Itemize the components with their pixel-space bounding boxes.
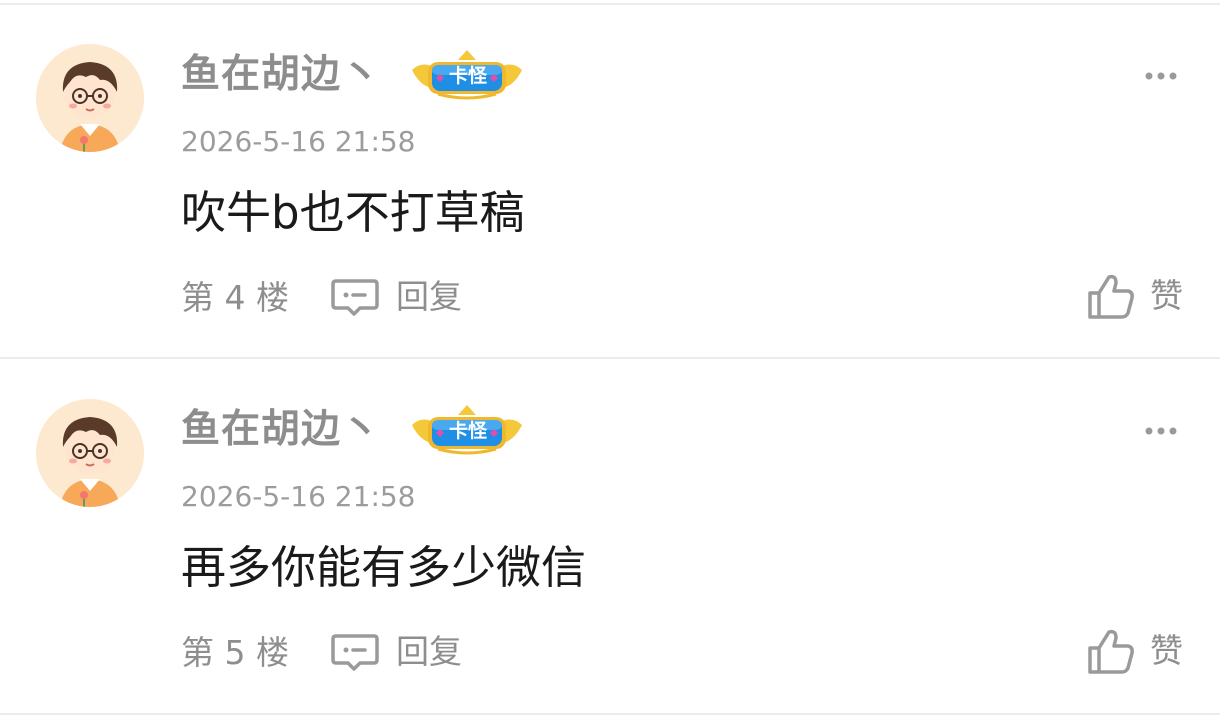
divider-bottom [0,713,1220,715]
floor-number: 第 4 楼 [181,278,289,317]
comment-text: 吹牛b也不打草稿 [181,186,525,239]
comment-bubble-icon [331,279,379,316]
reply-label: 回复 [396,277,462,316]
timestamp: 2026-5-16 21:58 [181,480,416,513]
like-button[interactable]: 赞 [1086,268,1183,324]
avatar[interactable] [36,399,144,507]
badge-label: 卡怪 [448,420,487,442]
like-label: 赞 [1150,631,1183,670]
comment-item: 鱼在胡边丶 卡怪 2026-5-16 21:58 吹牛b也不打草稿 第 4 楼 [0,4,1220,354]
comment-bubble-icon [331,634,379,671]
avatar[interactable] [36,44,144,152]
thumbs-up-icon [1088,629,1134,674]
cartoon-boy-avatar-icon [36,44,144,152]
level-badge: 卡怪 [408,48,526,104]
like-button[interactable]: 赞 [1086,623,1183,679]
level-badge: 卡怪 [408,403,526,459]
timestamp: 2026-5-16 21:58 [181,125,416,158]
comment-item: 鱼在胡边丶 卡怪 2026-5-16 21:58 再多你能有多少微信 第 5 楼 [0,359,1220,709]
like-label: 赞 [1150,276,1183,315]
more-options-button[interactable] [1140,64,1182,88]
more-dots-icon [1145,427,1177,435]
reply-label: 回复 [396,632,462,671]
more-dots-icon [1145,72,1177,80]
username[interactable]: 鱼在胡边丶 [181,404,381,456]
thumbs-up-icon [1088,274,1134,319]
cartoon-boy-avatar-icon [36,399,144,507]
reply-button[interactable]: 回复 [330,627,462,677]
badge-label: 卡怪 [448,65,487,87]
username[interactable]: 鱼在胡边丶 [181,49,381,101]
more-options-button[interactable] [1140,419,1182,443]
reply-button[interactable]: 回复 [330,272,462,322]
comment-text: 再多你能有多少微信 [181,541,587,594]
floor-number: 第 5 楼 [181,633,289,672]
